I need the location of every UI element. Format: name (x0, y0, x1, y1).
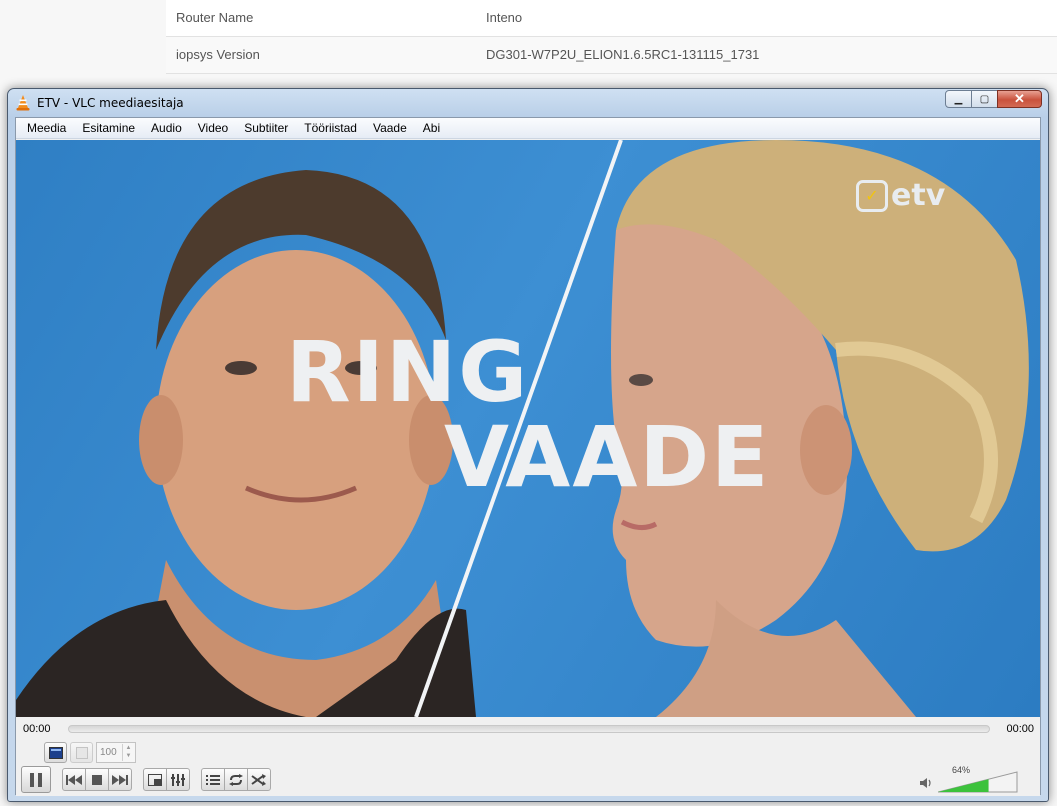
menu-bar: Meedia Esitamine Audio Video Subtiiter T… (16, 118, 1040, 139)
previous-icon (66, 774, 82, 785)
title-bar[interactable]: ETV - VLC meediaesitaja ▁ ▢ ✕ (8, 89, 1048, 117)
playlist-group (201, 768, 271, 791)
frame-icon (48, 746, 63, 759)
elapsed-time[interactable]: 00:00 (23, 723, 51, 735)
etv-channel-logo: ✓ etv (856, 178, 945, 213)
equalizer-icon (171, 773, 185, 786)
total-time[interactable]: 00:00 (1006, 723, 1034, 735)
snapshot-button[interactable] (70, 742, 93, 763)
etv-mark-glyph: ✓ (865, 186, 879, 205)
window-title: ETV - VLC meediaesitaja (37, 96, 184, 110)
volume-control[interactable]: 64% (920, 765, 1032, 795)
pause-icon (30, 772, 42, 787)
menu-meedia[interactable]: Meedia (19, 118, 74, 138)
next-icon (112, 774, 128, 785)
pause-button[interactable] (21, 766, 51, 793)
show-title-line2: VAADE (444, 408, 771, 506)
menu-video[interactable]: Video (190, 118, 236, 138)
shuffle-icon (251, 773, 266, 786)
menu-tooriistad[interactable]: Tööriistad (296, 118, 365, 138)
snapshot-icon (75, 746, 88, 759)
maximize-button[interactable]: ▢ (971, 90, 998, 108)
loop-button[interactable] (224, 768, 248, 791)
fullscreen-icon (148, 773, 162, 786)
woman-eye (629, 374, 653, 386)
router-info-table: Router Name Inteno iopsys Version DG301-… (166, 0, 1057, 74)
vlc-client-area: Meedia Esitamine Audio Video Subtiiter T… (15, 117, 1041, 796)
window-controls: ▁ ▢ ✕ (945, 90, 1042, 108)
advanced-controls: 100 ▲ ▼ (44, 742, 136, 763)
table-row: iopsys Version DG301-W7P2U_ELION1.6.5RC1… (166, 37, 1057, 74)
stop-button[interactable] (85, 768, 109, 791)
minimize-button[interactable]: ▁ (945, 90, 972, 108)
transport-group (62, 768, 132, 791)
volume-slider[interactable] (938, 771, 1018, 793)
etv-logo-text: etv (891, 178, 946, 213)
stop-icon (92, 774, 102, 785)
menu-abi[interactable]: Abi (415, 118, 448, 138)
previous-button[interactable] (62, 768, 86, 791)
menu-audio[interactable]: Audio (143, 118, 190, 138)
menu-subtiiter[interactable]: Subtiiter (236, 118, 296, 138)
vlc-cone-icon (16, 95, 30, 111)
woman-ear (800, 405, 852, 495)
vlc-window: ETV - VLC meediaesitaja ▁ ▢ ✕ Meedia Esi… (7, 88, 1049, 802)
maximize-icon: ▢ (979, 93, 990, 105)
speed-spinbox[interactable]: 100 ▲ ▼ (96, 742, 136, 763)
shuffle-button[interactable] (247, 768, 271, 791)
man-head (156, 250, 436, 610)
etv-mark-icon: ✓ (856, 179, 888, 212)
row-value: DG301-W7P2U_ELION1.6.5RC1-131115_1731 (486, 47, 760, 62)
extended-settings-button[interactable] (166, 768, 190, 791)
next-button[interactable] (108, 768, 132, 791)
speed-value: 100 (100, 747, 117, 758)
spin-arrows-icon[interactable]: ▲ ▼ (122, 744, 134, 761)
loop-icon (229, 773, 243, 786)
record-button[interactable] (44, 742, 67, 763)
man-eye-left (225, 361, 257, 375)
row-label: Router Name (176, 10, 254, 25)
speaker-icon[interactable] (920, 777, 934, 789)
minimize-icon: ▁ (954, 93, 963, 105)
view-group (143, 768, 190, 791)
man-ear-left (139, 395, 183, 485)
menu-vaade[interactable]: Vaade (365, 118, 415, 138)
main-controls (21, 766, 271, 793)
menu-esitamine[interactable]: Esitamine (74, 118, 143, 138)
show-title-line1: RING (286, 323, 530, 421)
seek-slider[interactable] (68, 725, 990, 733)
table-row: Router Name Inteno (166, 0, 1057, 37)
playlist-icon (206, 774, 220, 785)
playlist-button[interactable] (201, 768, 225, 791)
close-icon: ✕ (1014, 91, 1025, 106)
row-label: iopsys Version (176, 47, 260, 62)
row-value: Inteno (486, 10, 523, 25)
video-area[interactable]: RING VAADE ✓ etv (16, 140, 1040, 717)
controls-panel: 00:00 00:00 100 ▲ ▼ 64% (16, 717, 1040, 796)
close-button[interactable]: ✕ (997, 90, 1042, 108)
fullscreen-button[interactable] (143, 768, 167, 791)
